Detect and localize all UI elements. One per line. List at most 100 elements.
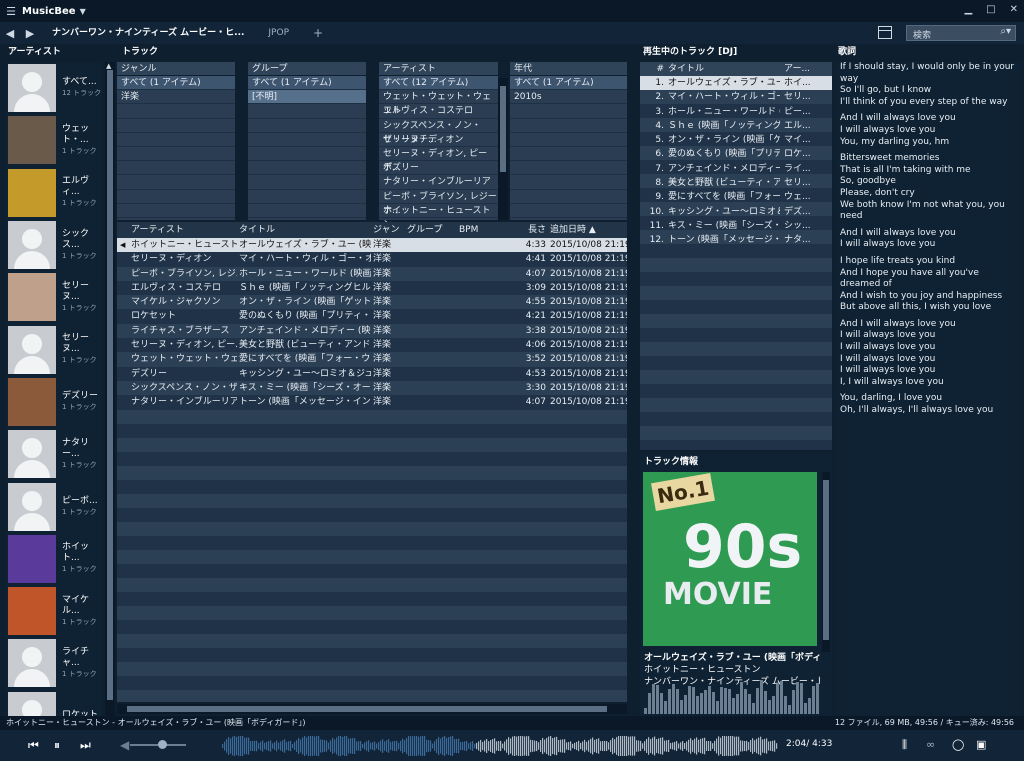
forward-arrow-icon[interactable]: ▶ — [20, 27, 40, 40]
chevron-down-icon[interactable]: ▼ — [80, 7, 86, 16]
artist-filter-header[interactable]: アーティスト — [379, 62, 498, 76]
artist-item[interactable]: ピーボ... 1 トラック — [6, 480, 102, 532]
now-playing-item[interactable]: 7. アンチェインド・メロディー (... ライ... — [640, 162, 832, 176]
artist-filter-item[interactable]: セリーヌ・ディオン — [379, 133, 498, 147]
now-playing-item[interactable]: 11. キス・ミー (映画「シーズ・オ... シッ... — [640, 219, 832, 233]
np-col-number[interactable]: # — [640, 62, 668, 76]
volume-icon[interactable]: ◀ — [120, 738, 129, 752]
previous-track-icon[interactable]: ⏮ — [28, 738, 39, 753]
artist-filter-item[interactable]: エルヴィス・コステロ — [379, 104, 498, 119]
now-playing-item[interactable]: 6. 愛のぬくもり (映画「プリティ... ロケ... — [640, 147, 832, 161]
waveform-seekbar[interactable] — [222, 736, 778, 756]
table-row[interactable]: ライチャス・ブラザースアンチェインド・メロディー (映画「...洋楽 3:38 20… — [117, 323, 627, 339]
table-row[interactable]: シックスペンス・ノン・ザ・リ...キス・ミー (映画「シーズ・オール・...洋楽… — [117, 380, 627, 396]
artist-item[interactable]: ナタリー... 1 トラック — [6, 428, 102, 480]
artist-filter-item[interactable]: ナタリー・インブルーリア — [379, 175, 498, 190]
track-col-header[interactable]: ジャンル — [371, 222, 407, 251]
year-filter-item[interactable]: 2010s — [510, 90, 627, 105]
table-row[interactable]: エルヴィス・コステロ Ｓｈｅ (映画「ノッティングヒルの...洋楽 3:09 2015… — [117, 280, 627, 296]
track-col-header[interactable]: タイトル — [237, 222, 371, 238]
artist-item[interactable]: デズリー 1 トラック — [6, 376, 102, 428]
now-playing-item[interactable]: 4. Ｓｈｅ (映画「ノッティング... エル... — [640, 119, 832, 133]
artist-item[interactable]: すべて... 12 トラック — [6, 62, 102, 114]
artist-filter-item[interactable]: セリーヌ・ディオン, ピーボ... — [379, 147, 498, 173]
artist-item[interactable]: ウェット・... 1 トラック — [6, 114, 102, 166]
next-track-icon[interactable]: ⏭ — [80, 738, 91, 753]
table-row[interactable]: ◀ ホイットニー・ヒューストンオールウェイズ・ラブ・ユー (映画「...洋楽 4:3… — [117, 238, 627, 253]
group-filter-item[interactable]: [不明] — [248, 90, 366, 105]
now-playing-item[interactable]: 8. 美女と野獣 (ビューティ・ア... セリ... — [640, 176, 832, 190]
now-playing-item[interactable]: 5. オン・ザ・ライン (映画「ゲット... マイ... — [640, 133, 832, 147]
now-playing-item[interactable]: 10. キッシング・ユー～ロミオ＆ジ... デズ... — [640, 205, 832, 219]
pause-icon[interactable]: ⏸ — [54, 738, 60, 753]
waveform-bar — [600, 741, 602, 751]
track-info-scrollbar[interactable] — [822, 472, 830, 652]
track-col-header[interactable]: アーティスト — [117, 222, 237, 238]
genre-filter-header[interactable]: ジャンル — [117, 62, 235, 76]
table-row[interactable]: ナタリー・インブルーリアトーン (映画「メッセージ・イン・ア...洋楽 4:07 2… — [117, 395, 627, 410]
scrobble-icon[interactable]: ∞ — [926, 738, 935, 751]
track-col-header[interactable]: 追加日時 ▲ — [550, 222, 627, 238]
track-cell: ピーボ・ブライソン, レジ... — [131, 268, 237, 279]
artist-item[interactable]: マイケル... 1 トラック — [6, 585, 102, 637]
track-col-header[interactable]: 長さ — [507, 222, 550, 238]
table-row[interactable]: ウェット・ウェット・ウェット愛にすべてを (映画「フォー・ウェ...洋楽 3:52… — [117, 352, 627, 367]
now-playing-item[interactable]: 2. マイ・ハート・ウィル・ゴー・オン... セリ... — [640, 90, 832, 104]
equalizer-icon[interactable]: ⫼ — [902, 738, 907, 752]
artist-item[interactable]: ホイット... 1 トラック — [6, 533, 102, 585]
table-row[interactable]: ロケセット 愛のぬくもり (映画「プリティ・ウー...洋楽 4:21 2015/10/… — [117, 309, 627, 324]
artist-item[interactable]: セリーヌ... 1 トラック — [6, 323, 102, 375]
group-filter-item[interactable]: すべて (1 アイテム) — [248, 76, 366, 91]
track-horizontal-scrollbar[interactable] — [117, 704, 627, 714]
year-filter-item[interactable]: すべて (1 アイテム) — [510, 76, 627, 91]
minimize-icon[interactable]: ▁ — [964, 4, 972, 15]
auto-dj-icon[interactable]: ▣ — [976, 738, 986, 751]
waveform-bar — [610, 740, 612, 752]
group-filter-header[interactable]: グループ — [248, 62, 366, 76]
close-icon[interactable]: ✕ — [1010, 4, 1018, 15]
waveform-bar — [496, 741, 498, 751]
volume-knob[interactable] — [158, 740, 167, 749]
genre-filter-item[interactable]: 洋楽 — [117, 90, 235, 105]
track-col-header[interactable]: BPM — [459, 222, 507, 238]
np-col-title[interactable]: タイトル — [668, 62, 780, 76]
hamburger-menu-icon[interactable]: ☰ — [0, 5, 22, 18]
table-row[interactable]: ピーボ・ブライソン, レジ...ホール・ニュー・ワールド (映画「ア...洋楽 4… — [117, 266, 627, 281]
artist-filter-item[interactable]: シックスペンス・ノン・ザ・リッチ... — [379, 119, 498, 145]
year-filter-header[interactable]: 年代 — [510, 62, 627, 76]
artist-filter-item[interactable]: すべて (12 アイテム) — [379, 76, 498, 91]
artist-filter-scrollbar[interactable] — [498, 78, 508, 220]
artist-filter-item[interactable]: ピーボ・ブライソン, レジーナ... — [379, 190, 498, 216]
repeat-icon[interactable]: ◯ — [952, 738, 964, 751]
artist-item[interactable]: セリーヌ... 1 トラック — [6, 271, 102, 323]
table-row[interactable]: デズリー キッシング・ユー～ロミオ＆ジュリエ...洋楽 4:53 2015/10/08… — [117, 366, 627, 381]
genre-filter-item[interactable]: すべて (1 アイテム) — [117, 76, 235, 91]
layout-icon[interactable] — [878, 26, 892, 39]
now-playing-item[interactable]: 3. ホール・ニュー・ワールド (映画... ピー... — [640, 105, 832, 119]
track-col-header[interactable]: グループ — [407, 222, 459, 238]
tab-album[interactable]: ナンバーワン・ナインティーズ ムービー・ヒ... — [40, 22, 256, 44]
now-playing-item[interactable]: 9. 愛にすべてを (映画「フォー... ウェ... — [640, 190, 832, 204]
artist-item[interactable]: ロケット — [6, 690, 102, 717]
back-arrow-icon[interactable]: ◀ — [0, 27, 20, 40]
artist-scrollbar[interactable]: ▲ — [105, 62, 115, 717]
maximize-icon[interactable]: □ — [986, 4, 995, 15]
search-input[interactable]: 検索 ⌕▾ — [906, 25, 1016, 41]
table-row[interactable]: セリーヌ・ディオン, ピー...美女と野獣 (ビューティ・アンド・...洋楽 4:… — [117, 338, 627, 353]
tab-jpop[interactable]: JPOP — [256, 22, 301, 44]
search-icon[interactable]: ⌕▾ — [1000, 26, 1011, 37]
artist-filter-item[interactable]: ウェット・ウェット・ウェット — [379, 90, 498, 116]
table-row[interactable]: セリーヌ・ディオン マイ・ハート・ウィル・ゴー・オン (映...洋楽 4:41 201… — [117, 252, 627, 267]
waveform-bar — [298, 738, 300, 754]
app-title[interactable]: MusicBee — [22, 6, 76, 17]
artist-item[interactable]: エルヴィ... 1 トラック — [6, 167, 102, 219]
add-tab-icon[interactable]: + — [301, 22, 335, 44]
now-playing-item[interactable]: 12. トーン (映画「メッセージ・イ... ナタ... — [640, 233, 832, 247]
table-row[interactable]: マイケル・ジャクソン オン・ザ・ライン (映画「ゲット・オン...洋楽 4:55 20… — [117, 295, 627, 310]
artist-filter-item[interactable]: デズリー — [379, 161, 498, 176]
artist-item[interactable]: ライチャ... 1 トラック — [6, 637, 102, 689]
np-col-artist[interactable]: アー... — [780, 62, 820, 76]
now-playing-item[interactable]: 1. オールウェイズ・ラブ・ユー (... ホイ... — [640, 76, 832, 91]
artist-item[interactable]: シックス... 1 トラック — [6, 219, 102, 271]
artist-filter-item[interactable]: ホイットニー・ヒューストン — [379, 204, 498, 230]
